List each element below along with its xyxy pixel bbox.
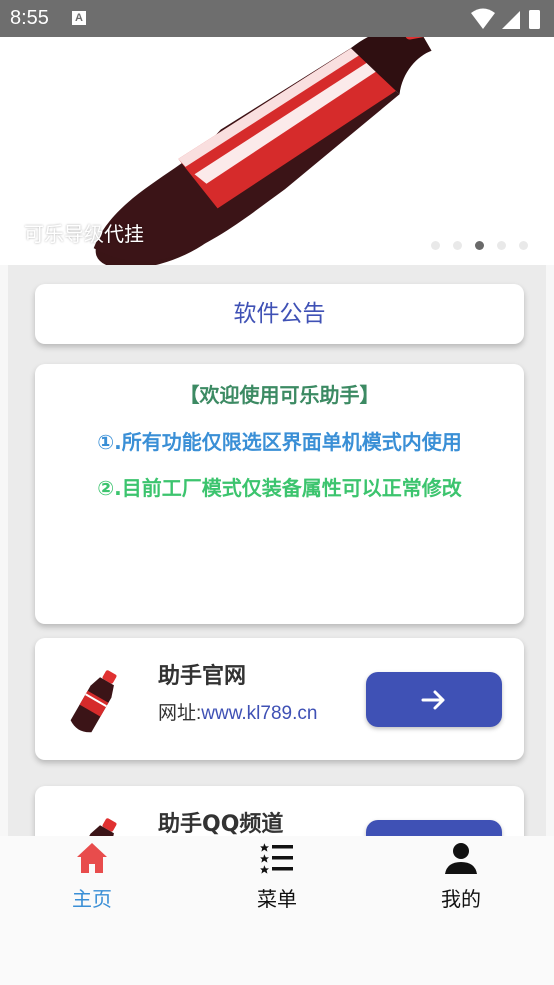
menu-list-icon xyxy=(260,843,293,874)
banner-carousel[interactable]: 可乐导级代挂 xyxy=(0,37,554,265)
nav-me-label: 我的 xyxy=(441,887,481,911)
wifi-icon xyxy=(471,8,495,29)
url-link[interactable]: www.kl789.cn xyxy=(201,703,317,724)
qq-channel-card[interactable]: 助手QQ频道 xyxy=(35,786,524,836)
notice-title: 软件公告 xyxy=(233,301,326,327)
cola-bottle-icon xyxy=(70,670,117,733)
arrow-right-icon xyxy=(421,690,445,710)
notice-line-1: ①.所有功能仅限选区界面单机模式内使用 xyxy=(97,430,462,454)
url-prefix: 网址: xyxy=(158,703,202,724)
banner-caption: 可乐导级代挂 xyxy=(24,222,144,246)
status-bar: 8:55 A xyxy=(0,0,554,37)
cola-bottle-icon xyxy=(70,818,117,836)
link-title: 助手QQ频道 xyxy=(158,812,284,836)
notice-card: 【欢迎使用可乐助手】 ①.所有功能仅限选区界面单机模式内使用 ②.目前工厂模式仅… xyxy=(35,364,524,624)
nav-home-label: 主页 xyxy=(72,887,112,911)
notice-title-card: 软件公告 xyxy=(35,284,524,344)
official-site-card[interactable]: 助手官网 网址:www.kl789.cn xyxy=(35,638,524,760)
carousel-dot xyxy=(430,241,440,250)
main-content[interactable]: 软件公告 【欢迎使用可乐助手】 ①.所有功能仅限选区界面单机模式内使用 ②.目前… xyxy=(8,265,546,836)
battery-icon xyxy=(529,10,540,29)
notice-line-2: ②.目前工厂模式仅装备属性可以正常修改 xyxy=(97,476,462,500)
carousel-dot-active xyxy=(474,241,484,250)
carousel-indicator xyxy=(423,235,528,254)
link-title: 助手官网 xyxy=(158,664,247,689)
open-qq-channel-button[interactable] xyxy=(366,820,502,836)
nav-menu-label: 菜单 xyxy=(257,887,297,911)
nav-home[interactable]: 主页 xyxy=(0,836,184,926)
bottom-navigation: 主页 菜单 我的 xyxy=(0,836,554,985)
home-icon xyxy=(77,843,107,873)
notice-line-welcome: 【欢迎使用可乐助手】 xyxy=(179,383,380,407)
status-time: 8:55 xyxy=(10,7,49,29)
status-icons xyxy=(471,8,540,29)
nav-menu[interactable]: 菜单 xyxy=(185,836,369,926)
open-site-button[interactable] xyxy=(366,672,502,727)
carousel-dot xyxy=(519,241,528,250)
carousel-dot xyxy=(452,241,462,250)
signal-icon xyxy=(502,11,520,29)
notification-a-icon: A xyxy=(72,11,86,25)
carousel-dot xyxy=(496,241,506,250)
nav-me[interactable]: 我的 xyxy=(369,836,553,926)
person-icon xyxy=(445,843,477,874)
link-url: 网址:www.kl789.cn xyxy=(158,698,317,725)
